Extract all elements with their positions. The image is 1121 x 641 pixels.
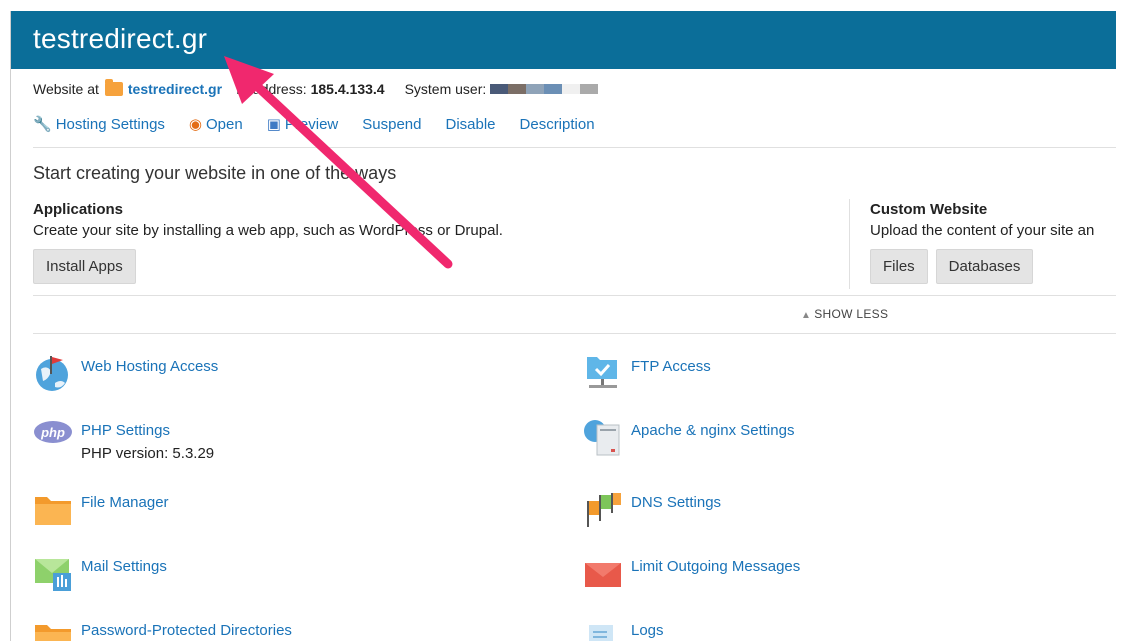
custom-website-title: Custom Website <box>870 201 988 218</box>
mail-settings-icon <box>33 553 73 593</box>
website-link[interactable]: testredirect.gr <box>128 81 222 97</box>
tool-file-manager[interactable]: File Manager <box>33 489 169 529</box>
preview-icon: ▣ <box>266 116 281 133</box>
server-globe-icon <box>583 417 623 457</box>
applications-section: Applications Create your site by install… <box>33 201 833 284</box>
applications-description: Create your site by installing a web app… <box>33 222 503 239</box>
disable-link[interactable]: Disable <box>445 116 495 133</box>
show-less-label: SHOW LESS <box>814 307 889 321</box>
preview-link[interactable]: ▣ Preview <box>266 115 339 134</box>
tool-ftp-access[interactable]: FTP Access <box>583 353 711 393</box>
tool-password-protected-directories[interactable]: Password-Protected Directories <box>33 617 292 641</box>
tool-dns-settings[interactable]: DNS Settings <box>583 489 721 529</box>
tool-label: Web Hosting Access <box>81 358 219 375</box>
tool-web-hosting-access[interactable]: Web Hosting Access <box>33 353 218 393</box>
globe-flag-icon <box>33 353 73 393</box>
tool-logs[interactable]: Logs <box>583 617 664 641</box>
custom-website-description: Upload the content of your site an <box>870 222 1095 239</box>
applications-title: Applications <box>33 201 124 218</box>
preview-label: Preview <box>284 115 339 133</box>
tool-label: DNS Settings <box>631 494 722 511</box>
envelope-icon <box>583 553 623 593</box>
ip-address-label: IP address: <box>236 81 307 97</box>
ftp-folder-icon <box>583 353 623 393</box>
start-creating-text: Start creating your website in one of th… <box>33 163 397 183</box>
title-bar: testredirect.gr <box>11 11 1116 69</box>
tool-mail-settings[interactable]: Mail Settings <box>33 553 167 593</box>
show-less-toggle[interactable]: ▲ SHOW LESS <box>801 307 888 321</box>
website-panel: testredirect.gr Website at testredirect.… <box>10 11 1116 641</box>
open-link[interactable]: ◉ Open <box>188 115 243 134</box>
php-icon: php <box>33 417 73 457</box>
files-button[interactable]: Files <box>870 249 928 284</box>
website-info-line: Website at testredirect.gr IP address: 1… <box>33 79 599 97</box>
tool-label: Logs <box>631 622 664 639</box>
website-at-label: Website at <box>33 81 99 97</box>
tool-label: Apache & nginx Settings <box>631 422 795 439</box>
tools-icon: 🔧 <box>33 116 52 133</box>
tool-label: Limit Outgoing Messages <box>631 558 801 575</box>
vertical-divider <box>849 199 850 289</box>
svg-text:php: php <box>40 425 65 440</box>
divider <box>33 147 1116 148</box>
tool-limit-outgoing-messages[interactable]: Limit Outgoing Messages <box>583 553 800 593</box>
suspend-link[interactable]: Suspend <box>362 116 421 133</box>
databases-button[interactable]: Databases <box>935 249 1034 284</box>
system-user-redacted <box>490 84 599 94</box>
dns-flags-icon <box>583 489 623 529</box>
ip-address-value: 185.4.133.4 <box>310 81 385 97</box>
tool-label: Password-Protected Directories <box>81 622 292 639</box>
php-version-text: PHP version: 5.3.29 <box>81 445 215 462</box>
tool-label: PHP Settings <box>81 422 170 439</box>
divider <box>33 333 1116 334</box>
description-link[interactable]: Description <box>520 116 595 133</box>
install-apps-button[interactable]: Install Apps <box>33 249 136 284</box>
folder-icon <box>33 489 73 529</box>
site-actions: 🔧 Hosting Settings ◉ Open ▣ Preview Susp… <box>33 115 619 134</box>
divider <box>33 295 1116 296</box>
open-label: Open <box>206 115 243 133</box>
protected-folder-icon <box>33 617 73 641</box>
open-globe-icon: ◉ <box>188 116 203 133</box>
hosting-settings-link[interactable]: 🔧 Hosting Settings <box>33 115 165 134</box>
tool-label: File Manager <box>81 494 169 511</box>
tool-label: FTP Access <box>631 358 711 375</box>
tool-apache-nginx-settings[interactable]: Apache & nginx Settings <box>583 417 794 457</box>
tool-php-settings[interactable]: php PHP Settings PHP version: 5.3.29 <box>33 417 214 462</box>
chevron-up-icon: ▲ <box>801 310 812 321</box>
hosting-settings-label: Hosting Settings <box>55 115 165 133</box>
custom-website-section: Custom Website Upload the content of you… <box>870 201 1116 284</box>
logs-icon <box>583 617 623 641</box>
tool-label: Mail Settings <box>81 558 167 575</box>
domain-title: testredirect.gr <box>33 23 208 54</box>
system-user-label: System user: <box>404 81 487 97</box>
folder-icon <box>104 79 123 96</box>
